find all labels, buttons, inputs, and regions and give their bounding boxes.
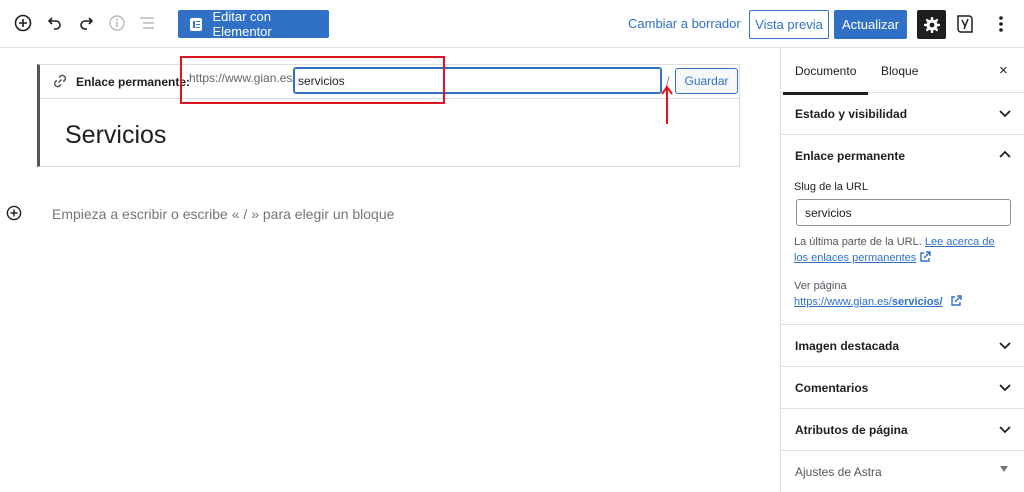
permalink-label: Enlace permanente:: [76, 75, 191, 89]
block-inserter-icon[interactable]: [6, 205, 22, 226]
redo-icon[interactable]: [75, 12, 97, 34]
list-view-icon[interactable]: [136, 12, 158, 34]
panel-title: Atributos de página: [795, 423, 908, 437]
chevron-down-icon: [999, 384, 1011, 392]
edit-with-elementor-button[interactable]: Editar con Elementor: [178, 9, 329, 39]
chevron-up-icon[interactable]: [999, 150, 1011, 160]
yoast-button[interactable]: [954, 12, 976, 36]
edit-with-elementor-label: Editar con Elementor: [212, 9, 272, 39]
switch-to-draft-link[interactable]: Cambiar a borrador: [628, 16, 741, 31]
undo-icon[interactable]: [44, 12, 66, 34]
more-options-button[interactable]: [990, 12, 1012, 36]
permalink-help-text: La última parte de la URL. Lee acerca de…: [794, 234, 1006, 266]
save-permalink-button[interactable]: Guardar: [675, 68, 738, 94]
chevron-down-icon: [999, 342, 1011, 350]
view-page-link[interactable]: https://www.gian.es/servicios/: [794, 296, 943, 308]
block-placeholder[interactable]: Empieza a escribir o escribe « / » para …: [52, 206, 394, 222]
permalink-slug-input[interactable]: [293, 67, 662, 94]
editor-toolbar: Editar con Elementor Cambiar a borrador …: [0, 0, 1024, 48]
permalink-editor: Enlace permanente: https://www.gian.es/ …: [40, 65, 739, 99]
panel-astra-settings[interactable]: Ajustes de Astra: [781, 451, 1024, 492]
panel-comments[interactable]: Comentarios: [781, 367, 1024, 409]
elementor-icon: [190, 17, 203, 31]
chevron-down-icon: [999, 426, 1011, 434]
link-icon: [52, 73, 68, 94]
panel-title: Estado y visibilidad: [795, 107, 908, 121]
caret-down-icon: [1000, 466, 1008, 472]
tab-bloque[interactable]: Bloque: [881, 64, 918, 78]
sidebar-slug-input[interactable]: [796, 199, 1011, 226]
add-block-icon[interactable]: [12, 12, 34, 34]
help-text: La última parte de la URL.: [794, 236, 922, 248]
update-button[interactable]: Actualizar: [834, 10, 907, 39]
external-link-icon: [920, 251, 932, 262]
page-title[interactable]: Servicios: [65, 121, 166, 150]
tab-documento[interactable]: Documento: [782, 64, 869, 95]
panel-page-attributes[interactable]: Atributos de página: [781, 409, 1024, 451]
panel-title: Comentarios: [795, 381, 869, 395]
panel-status-visibility[interactable]: Estado y visibilidad: [781, 93, 1024, 135]
annotation-arrow-up-icon: [661, 85, 673, 124]
info-icon[interactable]: [106, 12, 128, 34]
gear-icon: [923, 16, 940, 33]
panel-title: Imagen destacada: [795, 339, 900, 353]
permalink-prefix: https://www.gian.es/: [189, 71, 296, 85]
post-title-block: Enlace permanente: https://www.gian.es/ …: [37, 64, 740, 167]
panel-title[interactable]: Enlace permanente: [795, 149, 905, 163]
preview-button[interactable]: Vista previa: [749, 10, 829, 39]
more-vertical-icon: [999, 16, 1003, 32]
view-page-url-base: https://www.gian.es/: [794, 296, 892, 308]
panel-featured-image[interactable]: Imagen destacada: [781, 325, 1024, 367]
external-link-icon: [951, 295, 962, 306]
sidebar-tabs: Documento Bloque ×: [781, 48, 1024, 95]
close-sidebar-button[interactable]: ×: [999, 62, 1008, 79]
view-page-label: Ver página: [794, 280, 847, 292]
settings-sidebar: Documento Bloque × Estado y visibilidad …: [780, 48, 1024, 492]
slug-label: Slug de la URL: [794, 181, 868, 193]
view-page-url-slug: servicios/: [891, 296, 943, 308]
yoast-icon: [957, 15, 973, 33]
settings-button[interactable]: [917, 10, 946, 39]
panel-title: Ajustes de Astra: [795, 465, 882, 479]
chevron-down-icon: [999, 110, 1011, 118]
